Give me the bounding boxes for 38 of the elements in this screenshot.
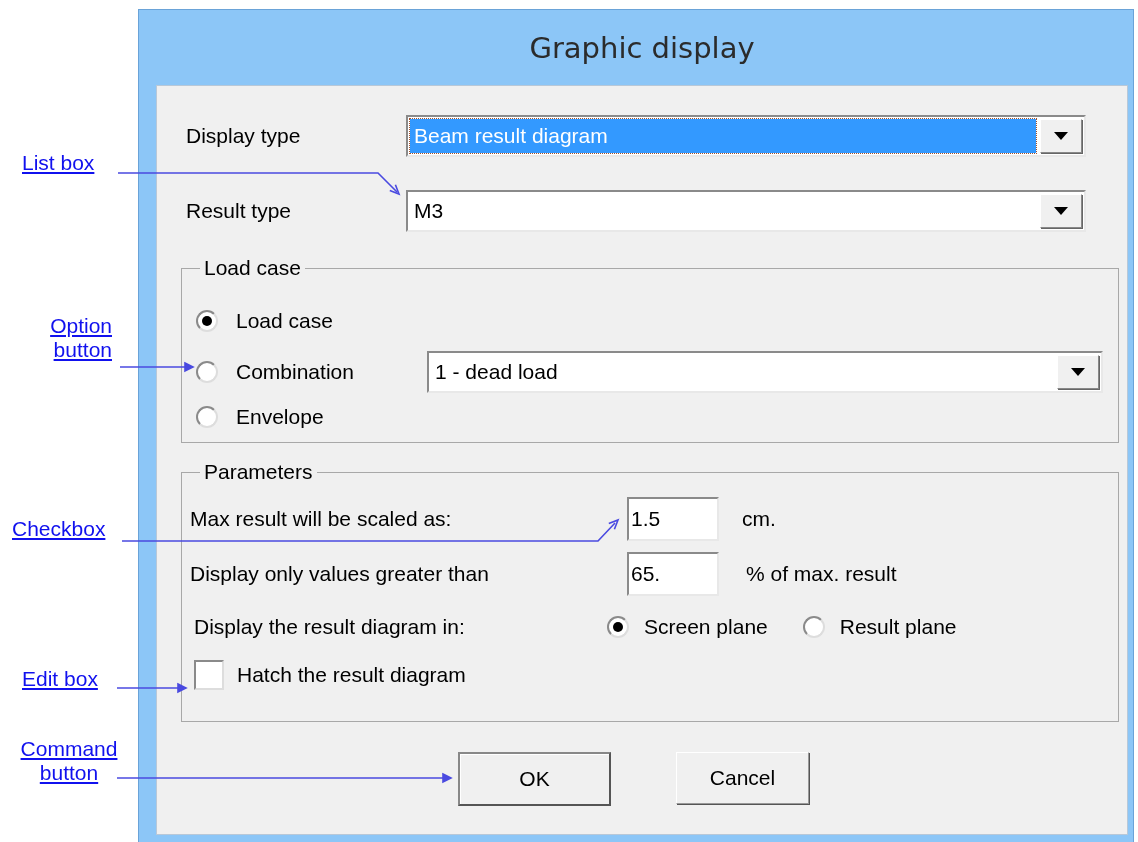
input-field[interactable]: 65. [627,552,719,596]
field-label: Display type [186,124,302,148]
radio-button[interactable] [802,616,825,638]
dropdown-button[interactable] [1040,119,1082,153]
unit-label: % of max. result [746,562,897,586]
annotation-link[interactable]: Edit box [22,667,112,691]
dropdown[interactable]: M3 [406,190,1086,232]
radio-label: Envelope [236,404,324,429]
annotation-link[interactable]: Command button [8,737,130,785]
field-label: Display only values greater than [190,562,490,586]
input-field[interactable]: 1.5 [627,497,719,541]
radio-label: Combination [236,359,354,384]
leader-arrow [116,682,188,694]
radio-button[interactable] [196,310,218,332]
radio-label: Result plane [839,615,957,639]
dropdown-button[interactable] [1040,194,1082,228]
dialog-button[interactable]: Cancel [676,752,809,804]
field-label: Max result will be scaled as: [190,507,453,531]
radio-label: Screen plane [644,615,768,639]
radio-button[interactable] [196,405,218,428]
radio-button[interactable] [607,616,629,638]
field-label: Result type [186,199,293,223]
caret-icon [1054,207,1068,215]
window-title: Graphic display [529,30,755,65]
checkbox[interactable] [194,660,224,690]
checkbox-label: Hatch the result diagram [237,663,466,687]
field-label: Display the result diagram in: [194,615,466,639]
unit-label: cm. [742,507,776,531]
annotation-link[interactable]: List box [22,151,112,175]
radio-label: Load case [236,309,333,333]
caret-icon [1071,368,1085,376]
annotation-link[interactable]: Option button [36,314,112,362]
dropdown[interactable]: 1 - dead load [427,351,1103,393]
dropdown-button[interactable] [1057,355,1099,389]
caret-icon [1054,132,1068,140]
dialog-button[interactable]: OK [458,752,611,806]
radio-button[interactable] [196,360,218,383]
annotation-link[interactable]: Checkbox [12,517,122,541]
